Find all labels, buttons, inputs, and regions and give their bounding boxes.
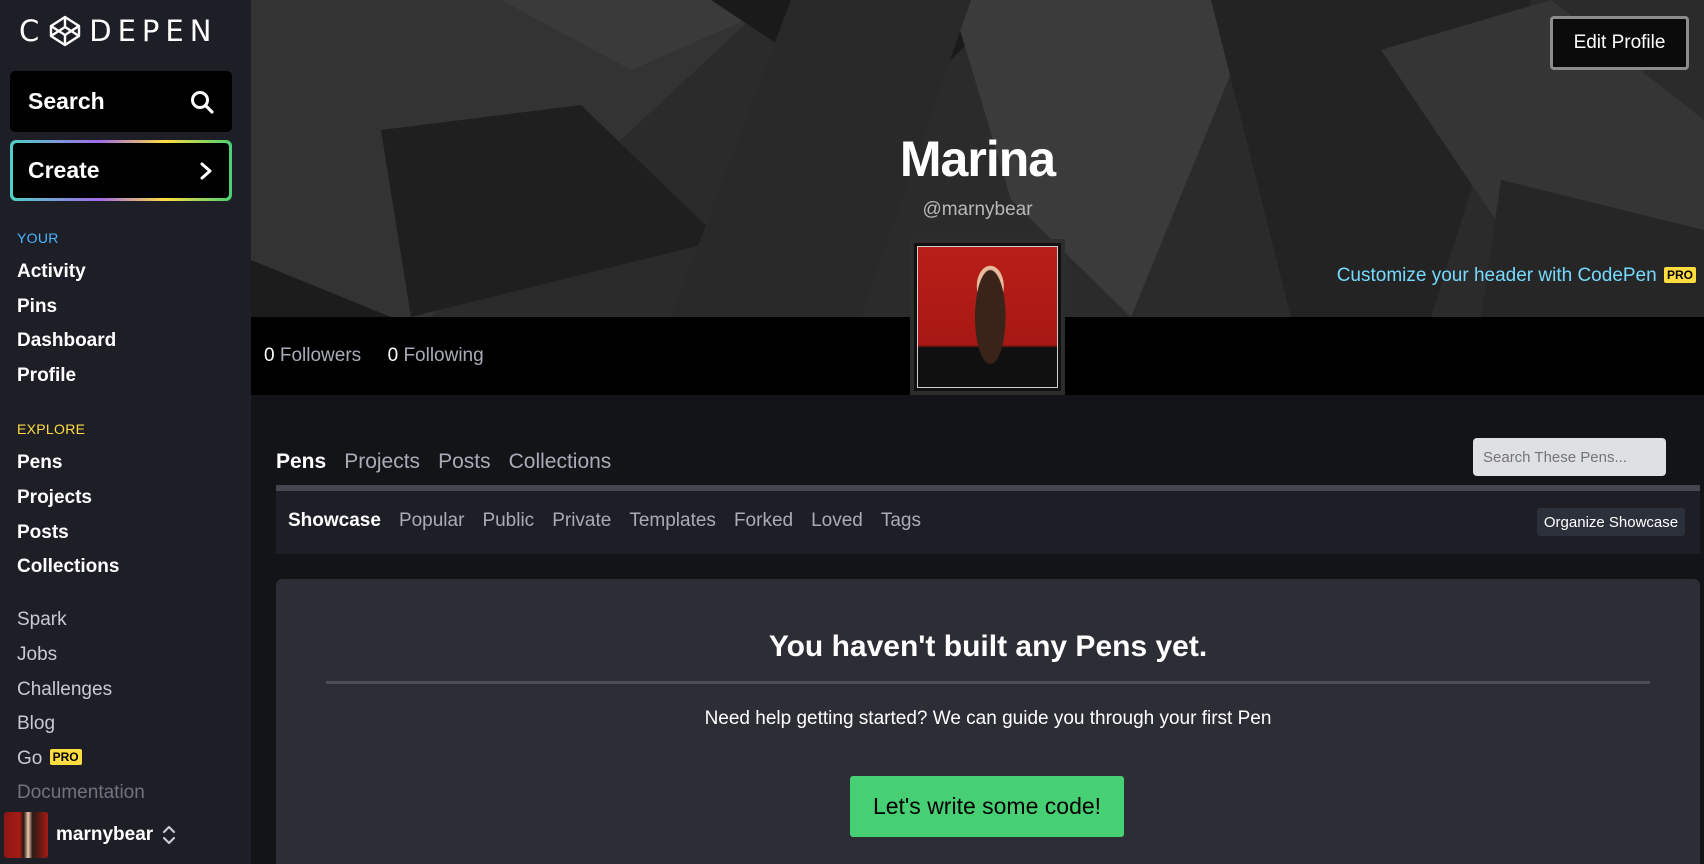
logo-letter-c: C (19, 14, 46, 48)
subtab-showcase[interactable]: Showcase (288, 510, 381, 532)
subtab-popular[interactable]: Popular (399, 510, 465, 532)
profile-tabs: Pens Projects Posts Collections (276, 450, 611, 474)
sidebar-item-profile[interactable]: Profile (17, 365, 76, 387)
search-button[interactable]: Search (10, 71, 232, 132)
create-button-inner: Create (13, 143, 229, 198)
sidebar-item-projects[interactable]: Projects (17, 487, 92, 509)
create-button[interactable]: Create (10, 140, 232, 201)
codepen-cube-icon (50, 15, 81, 47)
write-code-button[interactable]: Let's write some code! (850, 776, 1124, 837)
subtab-templates[interactable]: Templates (629, 510, 716, 532)
tab-collections[interactable]: Collections (509, 450, 612, 474)
followers-label: Followers (279, 345, 362, 366)
empty-state-title: You haven't built any Pens yet. (768, 630, 1208, 663)
create-button-label: Create (28, 157, 100, 183)
sidebar-item-posts[interactable]: Posts (17, 522, 69, 544)
pro-badge: PRO (1663, 267, 1696, 283)
followers-link[interactable]: 0 Followers (264, 345, 361, 366)
search-button-label: Search (28, 88, 105, 114)
sidebar-item-jobs[interactable]: Jobs (17, 644, 57, 666)
search-pens-input[interactable] (1473, 438, 1666, 476)
user-menu[interactable]: marnybear (4, 812, 177, 858)
pro-badge: PRO (49, 749, 82, 765)
avatar (4, 812, 48, 858)
sidebar-item-activity[interactable]: Activity (17, 261, 86, 283)
subtab-public[interactable]: Public (482, 510, 534, 532)
profile-photo (917, 246, 1058, 388)
profile-handle: @marnybear (922, 199, 1033, 220)
subtab-tags[interactable]: Tags (881, 510, 921, 532)
search-icon (191, 90, 214, 114)
sidebar-item-blog[interactable]: Blog (17, 713, 55, 735)
empty-state-divider (326, 681, 1650, 684)
your-section-label: YOUR (17, 230, 59, 246)
subtab-private[interactable]: Private (552, 510, 611, 532)
organize-showcase-button[interactable]: Organize Showcase (1537, 508, 1685, 536)
sidebar-item-pins[interactable]: Pins (17, 296, 57, 318)
sidebar-item-go-label: Go (17, 748, 43, 769)
sidebar-item-pens[interactable]: Pens (17, 452, 62, 474)
subtab-loved[interactable]: Loved (811, 510, 863, 532)
sidebar-item-collections[interactable]: Collections (17, 556, 119, 578)
codepen-logo[interactable]: C DEPEN (19, 13, 217, 49)
customize-header-link[interactable]: Customize your header with CodePen PRO (1337, 265, 1696, 287)
following-label: Following (403, 345, 484, 366)
follow-stats: 0 Followers 0 Following (264, 345, 484, 367)
sidebar-item-go[interactable]: Go PRO (17, 748, 82, 770)
chevron-up-down-icon (163, 825, 176, 845)
following-link[interactable]: 0 Following (388, 345, 484, 366)
tab-projects[interactable]: Projects (344, 450, 420, 474)
subtab-forked[interactable]: Forked (734, 510, 793, 532)
customize-header-text: Customize your header with CodePen (1336, 265, 1657, 286)
following-count: 0 (387, 345, 399, 366)
pens-subtabs: Showcase Popular Public Private Template… (288, 510, 921, 532)
edit-profile-button[interactable]: Edit Profile (1550, 16, 1689, 70)
sidebar-item-challenges[interactable]: Challenges (17, 679, 112, 701)
sidebar-item-dashboard[interactable]: Dashboard (17, 330, 116, 352)
sidebar-item-spark[interactable]: Spark (17, 609, 67, 631)
profile-avatar (910, 239, 1065, 395)
sidebar-item-documentation[interactable]: Documentation (17, 782, 145, 804)
followers-count: 0 (264, 345, 275, 366)
tab-posts[interactable]: Posts (438, 450, 491, 474)
tab-pens[interactable]: Pens (276, 450, 326, 474)
logo-letters-depen: DEPEN (89, 14, 218, 48)
explore-section-label: EXPLORE (17, 421, 86, 437)
empty-state-subtitle: Need help getting started? We can guide … (704, 708, 1272, 729)
chevron-right-icon (200, 162, 212, 179)
profile-name: Marina (899, 131, 1056, 187)
username: marnybear (56, 824, 154, 845)
